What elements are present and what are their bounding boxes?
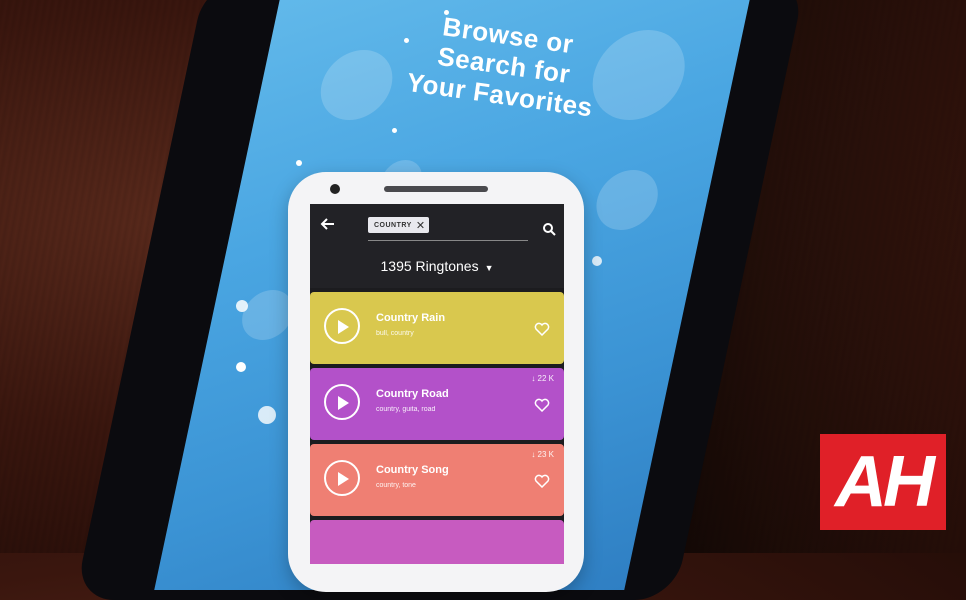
- sparkle-dot: [258, 406, 276, 424]
- caret-down-icon: ▼: [484, 263, 494, 273]
- download-count: ↓ 23 K: [531, 450, 554, 459]
- heart-icon[interactable]: [534, 474, 550, 488]
- sparkle-dot: [236, 300, 248, 312]
- ringtone-card[interactable]: Country Rain bull, country: [310, 292, 564, 364]
- close-icon[interactable]: ✕: [416, 220, 425, 231]
- play-icon: [338, 472, 349, 486]
- ringtone-tags: country, tone: [376, 482, 416, 489]
- ringtone-title: Country Road: [376, 388, 449, 400]
- result-count: 1395 Ringtones: [380, 258, 479, 274]
- heart-icon[interactable]: [534, 322, 550, 336]
- play-button[interactable]: [324, 308, 360, 344]
- play-button[interactable]: [324, 460, 360, 496]
- ringtone-title: Country Rain: [376, 312, 446, 324]
- search-filter-chip[interactable]: COUNTRY ✕: [368, 217, 430, 233]
- result-count-dropdown[interactable]: 1395 Ringtones ▼: [310, 258, 564, 274]
- ringtone-tags: country, guita, road: [376, 406, 436, 413]
- play-button[interactable]: [324, 384, 360, 420]
- ringtone-card[interactable]: Country Song country, tone ↓ 23 K: [310, 444, 564, 516]
- camera-icon: [330, 184, 340, 194]
- search-icon[interactable]: [542, 222, 556, 236]
- play-icon: [338, 396, 349, 410]
- sparkle-dot: [236, 362, 246, 372]
- mockup-app-screen: COUNTRY ✕ 1395 Ringtones ▼ Country Rain b…: [310, 204, 564, 564]
- back-arrow-icon[interactable]: [320, 216, 336, 232]
- ringtone-card-partial[interactable]: [310, 520, 564, 564]
- ringtone-card[interactable]: Country Road country, guita, road ↓ 22 K: [310, 368, 564, 440]
- logo-text: AH: [835, 442, 935, 522]
- search-input-underline: [368, 240, 528, 241]
- heart-icon[interactable]: [534, 398, 550, 412]
- ringtone-tags: bull, country: [376, 330, 414, 337]
- chip-label: COUNTRY: [374, 221, 412, 229]
- bokeh-light: [590, 170, 664, 230]
- speaker-grille: [384, 186, 488, 192]
- sparkle-dot: [392, 128, 397, 133]
- sparkle-dot: [296, 160, 302, 166]
- ah-logo: AH: [820, 434, 946, 530]
- play-icon: [338, 320, 349, 334]
- download-count: ↓ 22 K: [531, 374, 554, 383]
- sparkle-dot: [592, 256, 602, 266]
- app-top-bar: COUNTRY ✕ 1395 Ringtones ▼: [310, 204, 564, 288]
- ringtone-title: Country Song: [376, 464, 449, 476]
